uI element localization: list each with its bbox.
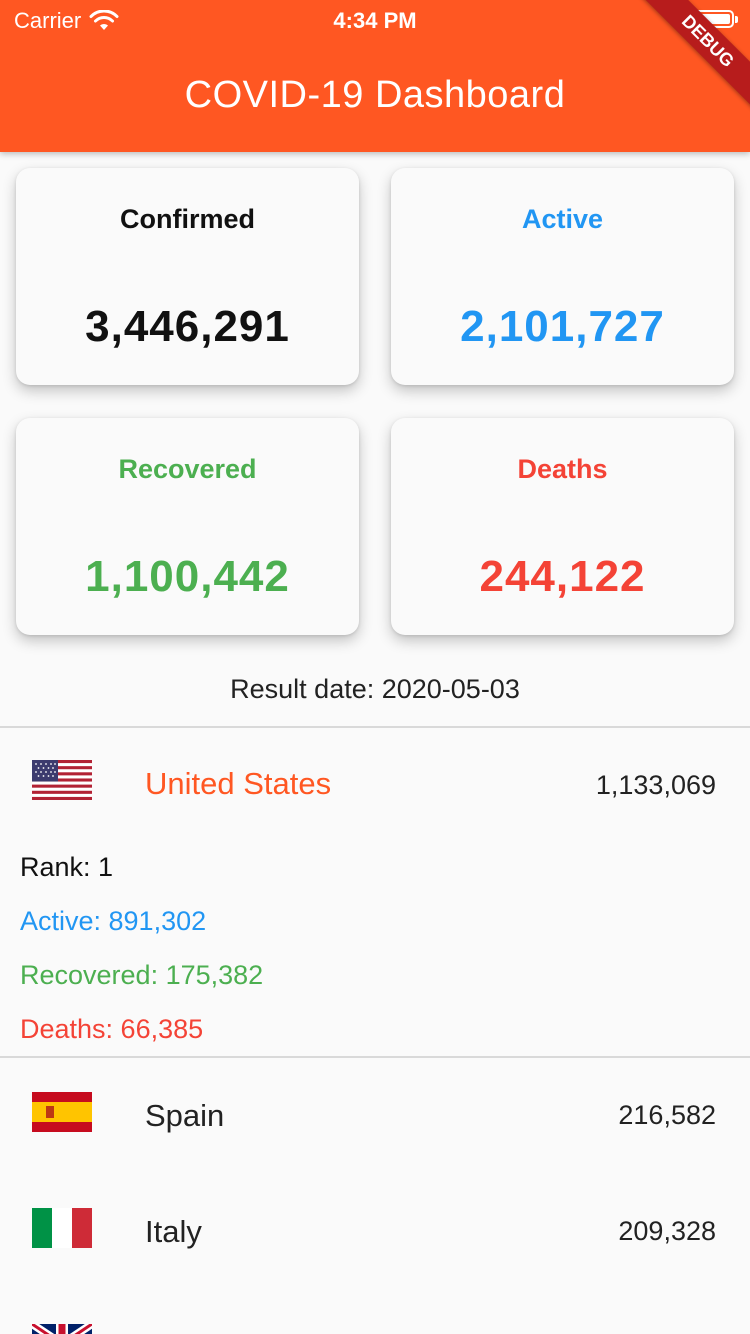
country-name: Italy bbox=[145, 1214, 202, 1249]
italy-flag-icon bbox=[32, 1208, 92, 1248]
country-count: 216,582 bbox=[618, 1100, 716, 1130]
active-card[interactable]: Active 2,101,727 bbox=[391, 168, 734, 385]
country-row-spain[interactable]: Spain 216,582 bbox=[0, 1068, 750, 1158]
recovered-card[interactable]: Recovered 1,100,442 bbox=[16, 418, 359, 635]
country-row-partial[interactable] bbox=[0, 1300, 750, 1334]
recovered-label: Recovered bbox=[118, 454, 257, 484]
result-date: Result date: 2020-05-03 bbox=[230, 674, 520, 704]
us-flag-icon bbox=[32, 760, 92, 800]
deaths-label: Deaths bbox=[517, 454, 608, 484]
uk-flag-icon bbox=[32, 1324, 92, 1334]
country-name: Spain bbox=[145, 1098, 225, 1133]
app-bar: Carrier 4:34 PM COVID-19 Dashboard DEBUG bbox=[0, 0, 750, 152]
country-row-united-states[interactable]: United States 1,133,069 bbox=[0, 738, 750, 828]
country-count: 1,133,069 bbox=[595, 770, 716, 800]
active-value: 2,101,727 bbox=[460, 302, 665, 351]
deaths-card[interactable]: Deaths 244,122 bbox=[391, 418, 734, 635]
country-name: United States bbox=[145, 766, 332, 801]
deaths-value: 244,122 bbox=[479, 552, 646, 601]
country-active: Active: 891,302 bbox=[20, 906, 207, 936]
country-deaths: Deaths: 66,385 bbox=[20, 1014, 204, 1044]
confirmed-label: Confirmed bbox=[120, 204, 255, 234]
confirmed-value: 3,446,291 bbox=[85, 302, 290, 351]
active-label: Active bbox=[521, 204, 604, 234]
country-rank: Rank: 1 bbox=[20, 852, 114, 882]
recovered-value: 1,100,442 bbox=[85, 552, 290, 601]
confirmed-card[interactable]: Confirmed 3,446,291 bbox=[16, 168, 359, 385]
divider bbox=[0, 1056, 750, 1058]
spain-flag-icon bbox=[32, 1092, 92, 1132]
country-recovered: Recovered: 175,382 bbox=[20, 960, 264, 990]
page-title: COVID-19 Dashboard bbox=[184, 74, 566, 116]
country-row-italy[interactable]: Italy 209,328 bbox=[0, 1184, 750, 1274]
status-time: 4:34 PM bbox=[333, 8, 417, 33]
divider bbox=[0, 726, 750, 728]
status-bar: Carrier 4:34 PM bbox=[0, 0, 750, 40]
country-count: 209,328 bbox=[618, 1216, 716, 1246]
